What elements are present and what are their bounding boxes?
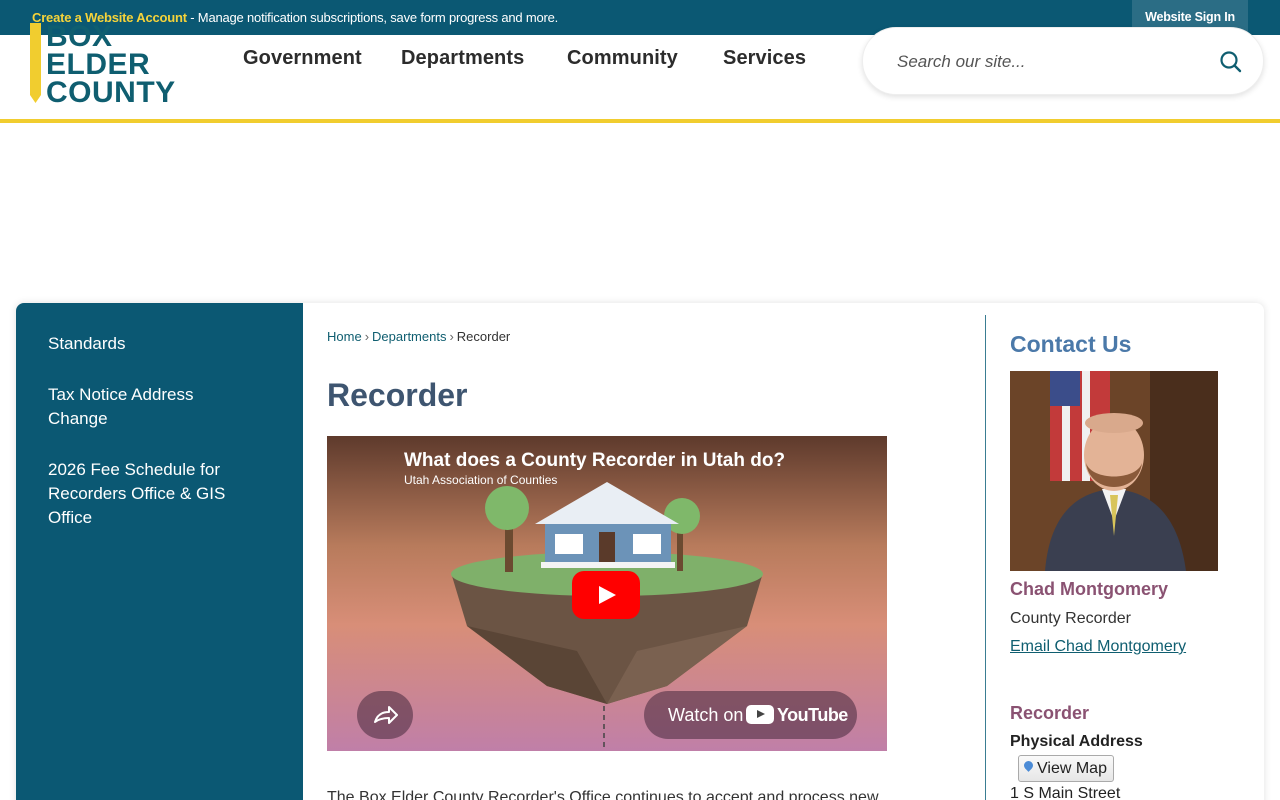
nav-government[interactable]: Government [243,47,362,70]
site-search[interactable]: Search our site... [862,27,1264,95]
nav-community[interactable]: Community [567,47,678,70]
logo-yellow-spike [30,23,41,103]
recorder-photo [1010,371,1218,571]
physical-address-label: Physical Address [1010,733,1143,750]
column-divider [985,315,986,800]
watch-on-youtube-button[interactable]: Watch on YouTube [644,691,857,739]
share-icon [374,706,398,724]
video-title[interactable]: What does a County Recorder in Utah do? [404,450,785,472]
content-card: Standards Tax Notice Address Change 2026… [16,303,1264,800]
play-icon[interactable] [572,571,640,619]
logo-line-2: ELDER [46,48,151,81]
logo-line-3: COUNTY [46,76,176,108]
recorder-portrait [1010,371,1218,571]
breadcrumb-departments[interactable]: Departments [372,329,446,344]
view-map-label: View Map [1037,760,1107,777]
breadcrumb-current: Recorder [456,329,511,344]
site-header: BOX ELDER COUNTY Government Departments … [0,23,1280,123]
breadcrumb: Home › Departments › Recorder [327,329,510,344]
breadcrumb-separator: › [364,329,370,344]
email-contact-link[interactable]: Email Chad Montgomery [1010,638,1186,656]
address-line-1: 1 S Main Street [1010,785,1121,800]
logo-line-1: BOX [46,23,113,53]
recorder-section-heading: Recorder [1010,703,1090,723]
contact-name: Chad Montgomery [1010,579,1169,599]
youtube-wordmark: YouTube [777,705,848,725]
sidebar-item-tax-notice[interactable]: Tax Notice Address Change [48,383,248,431]
search-input[interactable]: Search our site... [897,52,1026,72]
page-body-text: The Box Elder County Recorder's Office c… [327,789,879,800]
youtube-logo-icon [746,705,774,724]
header-yellow-rule [0,119,1280,123]
nav-departments[interactable]: Departments [401,47,524,70]
contact-heading: Contact Us [1010,331,1132,357]
watch-on-label: Watch on [668,705,744,725]
sidebar-nav: Standards Tax Notice Address Change 2026… [16,303,303,800]
map-pin-icon [1022,759,1035,772]
youtube-video-embed[interactable]: What does a County Recorder in Utah do? … [327,436,887,751]
breadcrumb-home[interactable]: Home [327,329,362,344]
county-logo[interactable]: BOX ELDER COUNTY [26,23,196,108]
sidebar-item-fee-schedule[interactable]: 2026 Fee Schedule for Recorders Office &… [48,458,248,530]
notification-message: - Manage notification subscriptions, sav… [186,10,559,25]
contact-role: County Recorder [1010,610,1131,627]
page-title: Recorder [327,377,468,413]
video-channel[interactable]: Utah Association of Counties [404,473,557,487]
search-icon[interactable] [1219,50,1243,74]
breadcrumb-separator: › [449,329,454,344]
view-map-button[interactable]: View Map [1018,755,1114,782]
share-button[interactable] [357,691,413,739]
sidebar-item-standards[interactable]: Standards [48,332,248,356]
nav-services[interactable]: Services [723,47,806,70]
